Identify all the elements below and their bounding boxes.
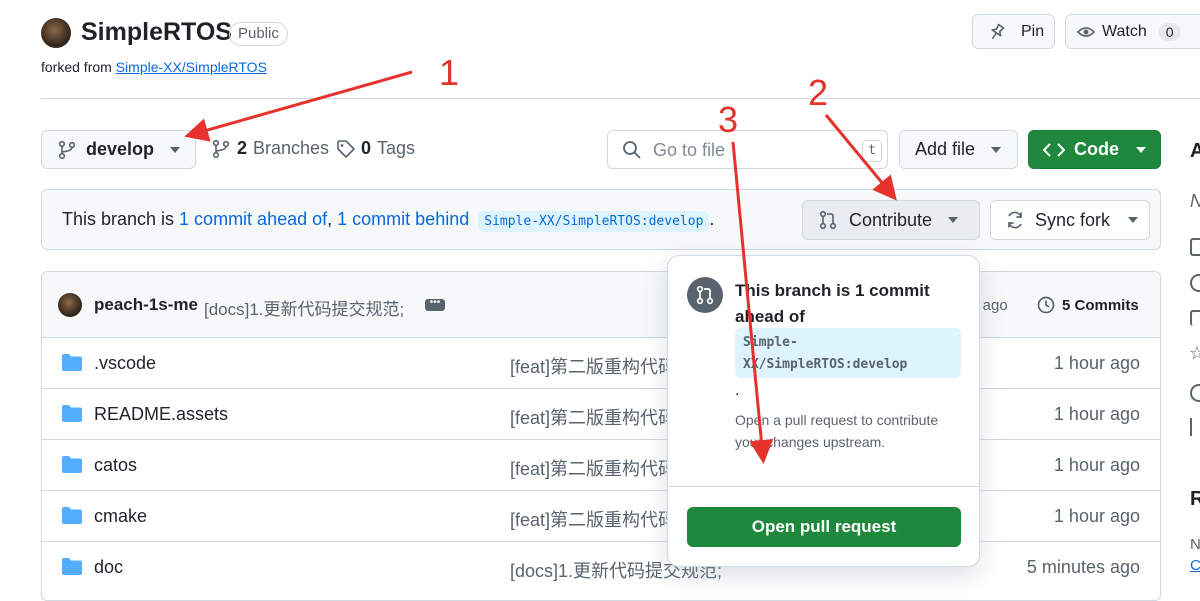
annotation-arrow-3: [731, 141, 774, 464]
annotation-number-2: 2: [808, 72, 829, 113]
annotation-arrow-2: [824, 114, 897, 201]
annotation-number-3: 3: [718, 99, 739, 140]
annotation-layer: [184, 70, 897, 464]
annotation-number-1: 1: [439, 52, 460, 93]
annotation-arrow-1: [184, 70, 413, 142]
